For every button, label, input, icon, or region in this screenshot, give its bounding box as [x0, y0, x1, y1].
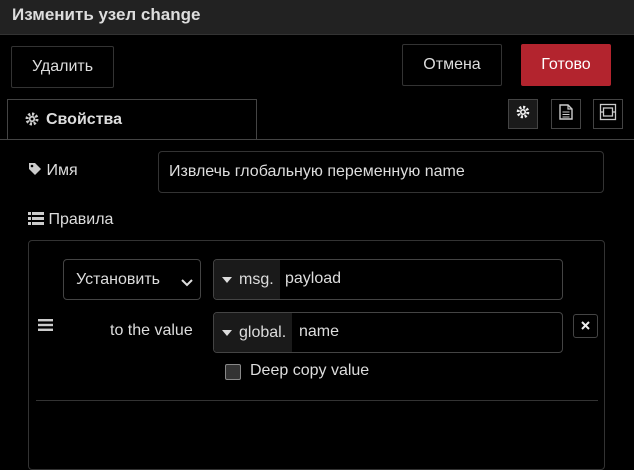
dialog-title: Изменить узел change: [12, 5, 201, 24]
rule-action-value: Установить: [76, 271, 160, 288]
gear-icon: [516, 105, 530, 124]
source-type-button[interactable]: global.: [214, 313, 293, 352]
tab-bar: Свойства: [0, 95, 634, 140]
name-input[interactable]: Извлечь глобальную переменную name: [158, 151, 604, 193]
delete-button[interactable]: Удалить: [11, 46, 114, 88]
rule-target-input[interactable]: msg. payload: [213, 259, 563, 300]
caret-down-icon: [222, 329, 232, 336]
tab-properties-label: Свойства: [46, 111, 123, 128]
name-label: Имя: [28, 162, 78, 180]
drag-handle-icon[interactable]: [38, 318, 53, 336]
appearance-icon: [599, 103, 617, 126]
list-icon: [28, 211, 48, 228]
tab-description[interactable]: [551, 99, 581, 129]
source-type-label: global.: [239, 323, 287, 341]
dialog-toolbar: Удалить Отмена Готово: [0, 35, 634, 95]
rules-label: Правила: [28, 211, 113, 229]
close-icon: [581, 317, 590, 335]
rule-source-input[interactable]: global. name: [213, 312, 563, 353]
caret-down-icon: [222, 276, 232, 283]
done-button[interactable]: Готово: [521, 44, 611, 86]
name-label-text: Имя: [46, 162, 78, 179]
to-the-value-label: to the value: [110, 322, 193, 339]
title-bar: Изменить узел change: [0, 0, 634, 35]
tab-settings[interactable]: [508, 99, 538, 129]
deep-copy-label: Deep copy value: [250, 362, 370, 379]
chevron-down-icon: [181, 274, 193, 292]
target-value: payload: [285, 270, 342, 287]
cancel-button[interactable]: Отмена: [402, 44, 502, 86]
gear-icon: [24, 111, 40, 132]
source-value: name: [299, 323, 340, 340]
tab-appearance[interactable]: [593, 99, 623, 129]
rule-action-select[interactable]: Установить: [63, 259, 201, 300]
target-type-label: msg.: [239, 270, 274, 288]
description-icon: [559, 103, 573, 125]
remove-rule-button[interactable]: [573, 314, 598, 338]
tag-icon: [28, 162, 46, 179]
deep-copy-checkbox[interactable]: [225, 364, 241, 380]
rules-label-text: Правила: [48, 211, 114, 228]
tab-properties[interactable]: Свойства: [7, 99, 257, 139]
rule-divider: [36, 400, 598, 401]
target-type-button[interactable]: msg.: [214, 260, 280, 299]
